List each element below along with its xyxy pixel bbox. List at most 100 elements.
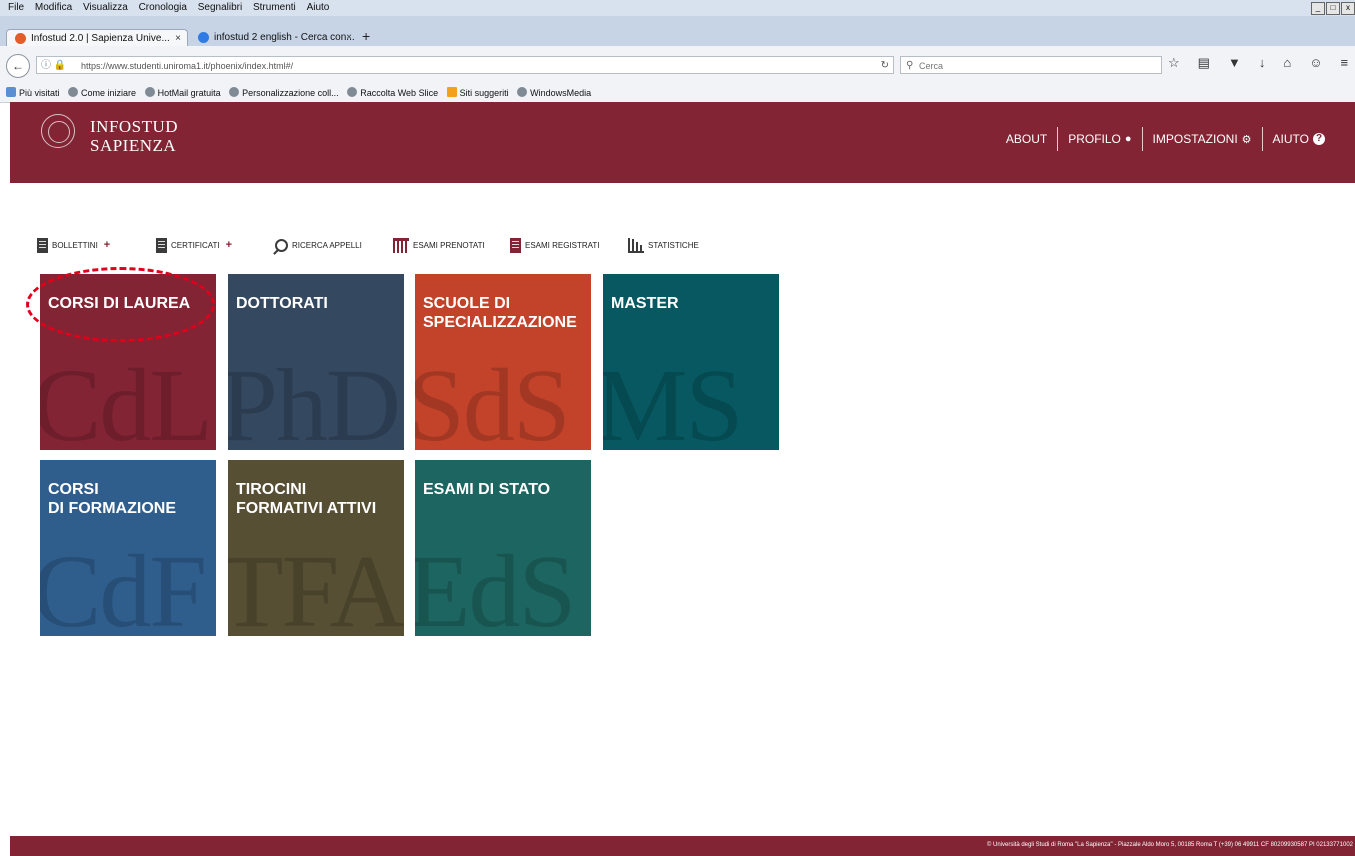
close-tab-icon[interactable]: × (175, 30, 181, 47)
statistiche-link[interactable]: STATISTICHE (628, 234, 699, 256)
menu-visualizza[interactable]: Visualizza (83, 0, 128, 16)
site-header: INFOSTUD SAPIENZA ABOUT PROFILO ● IMPOSTA… (10, 102, 1355, 183)
bookmark-label: Raccolta Web Slice (360, 88, 439, 98)
tile-watermark: SdS (415, 348, 571, 451)
back-button[interactable]: ← (6, 54, 30, 78)
site-footer: © Università degli Studi di Roma "La Sap… (10, 836, 1355, 856)
nav-label: IMPOSTAZIONI (1152, 132, 1238, 146)
brand-line1: INFOSTUD (90, 117, 179, 136)
close-tab-icon[interactable]: × (346, 29, 352, 46)
bookmark-label: HotMail gratuita (157, 88, 221, 98)
tile-esami-di-stato[interactable]: ESAMI DI STATO EdS (415, 460, 591, 636)
bookmark-star-icon[interactable]: ☆ (1168, 55, 1180, 71)
menu-hamburger-icon[interactable]: ≡ (1340, 55, 1348, 71)
bookmark-web-slice[interactable]: Raccolta Web Slice (347, 84, 438, 102)
ricerca-appelli-link[interactable]: RICERCA APPELLI (275, 234, 362, 256)
bing-icon (446, 87, 457, 97)
browser-menubar: File Modifica Visualizza Cronologia Segn… (0, 0, 1355, 16)
certificati-link[interactable]: CERTIFICATI + (156, 234, 232, 256)
bollettini-label: BOLLETTINI (52, 240, 98, 250)
tab-title: Infostud 2.0 | Sapienza Unive... (31, 33, 170, 44)
globe-icon (347, 87, 358, 97)
globe-icon (144, 87, 155, 97)
download-icon[interactable]: ↓ (1259, 55, 1266, 71)
esami-registrati-link[interactable]: ESAMI REGISTRATI (510, 234, 600, 256)
esami-prenotati-label: ESAMI PRENOTATI (413, 240, 485, 250)
globe-icon (229, 87, 240, 97)
magnifier-icon (275, 238, 288, 252)
bollettini-link[interactable]: BOLLETTINI + (37, 234, 110, 256)
browser-tabstrip: Infostud 2.0 | Sapienza Unive... × infos… (0, 16, 1355, 46)
esami-prenotati-link[interactable]: ESAMI PRENOTATI (393, 234, 485, 256)
footer-text: © Università degli Studi di Roma "La Sap… (986, 842, 1353, 848)
bookmark-siti-suggeriti[interactable]: Siti suggeriti (446, 84, 509, 102)
nav-label: ABOUT (1005, 132, 1048, 146)
smiley-icon[interactable]: ☺ (1309, 55, 1322, 71)
lock-icon: ⓘ 🔒 (41, 60, 67, 71)
tile-master[interactable]: MASTER MS (603, 274, 779, 450)
search-input[interactable]: ⚲ Cerca (900, 56, 1162, 74)
tile-dottorati[interactable]: DOTTORATI PhD (228, 274, 404, 450)
infostud-page: INFOSTUD SAPIENZA ABOUT PROFILO ● IMPOSTA… (10, 102, 1355, 856)
menu-segnalibri[interactable]: Segnalibri (198, 0, 242, 16)
document-icon (156, 237, 167, 253)
tile-watermark: CdF (40, 534, 207, 637)
brand-line2: SAPIENZA (90, 136, 177, 155)
bookmark-windowsmedia[interactable]: WindowsMedia (517, 84, 591, 102)
tab-infostud[interactable]: Infostud 2.0 | Sapienza Unive... × (6, 29, 188, 46)
reload-icon[interactable]: ↻ (881, 57, 889, 75)
bookmark-label: Siti suggeriti (459, 88, 509, 98)
bookmark-label: Come iniziare (81, 88, 137, 98)
nav-label: AIUTO (1272, 132, 1309, 146)
folder-icon (6, 87, 16, 97)
tile-watermark: MS (603, 348, 743, 451)
nav-impostazioni[interactable]: IMPOSTAZIONI ⚙ (1143, 132, 1262, 146)
document-icon (37, 237, 48, 253)
globe-icon (517, 87, 528, 97)
tile-watermark: PhD (228, 348, 401, 451)
menu-strumenti[interactable]: Strumenti (253, 0, 296, 16)
pocket-icon[interactable]: ▼ (1228, 55, 1241, 71)
google-favicon-icon (198, 32, 209, 43)
sapienza-favicon-icon (15, 33, 26, 44)
ricerca-appelli-label: RICERCA APPELLI (292, 240, 362, 250)
menu-modifica[interactable]: Modifica (35, 0, 72, 16)
user-icon: ● (1124, 133, 1132, 145)
bookmark-personalizzazione[interactable]: Personalizzazione coll... (229, 84, 339, 102)
menu-file[interactable]: File (8, 0, 24, 16)
statistiche-label: STATISTICHE (648, 240, 699, 250)
sapienza-seal-logo[interactable] (41, 114, 75, 148)
bookmark-piu-visitati[interactable]: Più visitati (6, 84, 60, 102)
bookmark-hotmail[interactable]: HotMail gratuita (144, 84, 221, 102)
url-text: https://www.studenti.uniroma1.it/phoenix… (81, 61, 294, 71)
search-icon: ⚲ (906, 60, 914, 71)
tile-corsi-di-formazione[interactable]: CORSI DI FORMAZIONE CdF (40, 460, 216, 636)
maximize-button[interactable]: □ (1326, 2, 1340, 15)
home-icon[interactable]: ⌂ (1283, 55, 1291, 71)
brand-logo[interactable]: INFOSTUD SAPIENZA (90, 117, 178, 155)
close-window-button[interactable]: x (1341, 2, 1355, 15)
certificati-label: CERTIFICATI (171, 240, 220, 250)
bar-chart-icon (628, 237, 644, 253)
document-edit-icon (510, 237, 521, 253)
menu-aiuto[interactable]: Aiuto (307, 0, 330, 16)
minimize-button[interactable]: _ (1311, 2, 1325, 15)
tile-label: MASTER (611, 295, 679, 312)
menu-cronologia[interactable]: Cronologia (139, 0, 187, 16)
esami-registrati-label: ESAMI REGISTRATI (525, 240, 600, 250)
bookmark-come-iniziare[interactable]: Come iniziare (68, 84, 136, 102)
nav-profilo[interactable]: PROFILO ● (1058, 132, 1141, 146)
help-icon: ? (1313, 133, 1325, 145)
bookmark-label: Personalizzazione coll... (242, 88, 339, 98)
globe-icon (68, 87, 79, 97)
nav-aiuto[interactable]: AIUTO? (1263, 132, 1335, 146)
tile-scuole-di-specializzazione[interactable]: SCUOLE DI SPECIALIZZAZIONE SdS (415, 274, 591, 450)
nav-about[interactable]: ABOUT (996, 132, 1057, 146)
reading-list-icon[interactable]: ▤ (1198, 55, 1210, 71)
tile-corsi-di-laurea[interactable]: CORSI DI LAUREA CdL (40, 274, 216, 450)
tab-google-search[interactable]: infostud 2 english - Cerca con... × (190, 29, 358, 46)
window-controls: _ □ x (1311, 2, 1355, 15)
new-tab-button[interactable]: + (362, 28, 370, 44)
tile-tirocini-formativi-attivi[interactable]: TIROCINI FORMATIVI ATTIVI TFA (228, 460, 404, 636)
url-bar[interactable]: ⓘ 🔒 https://www.studenti.uniroma1.it/pho… (36, 56, 894, 74)
